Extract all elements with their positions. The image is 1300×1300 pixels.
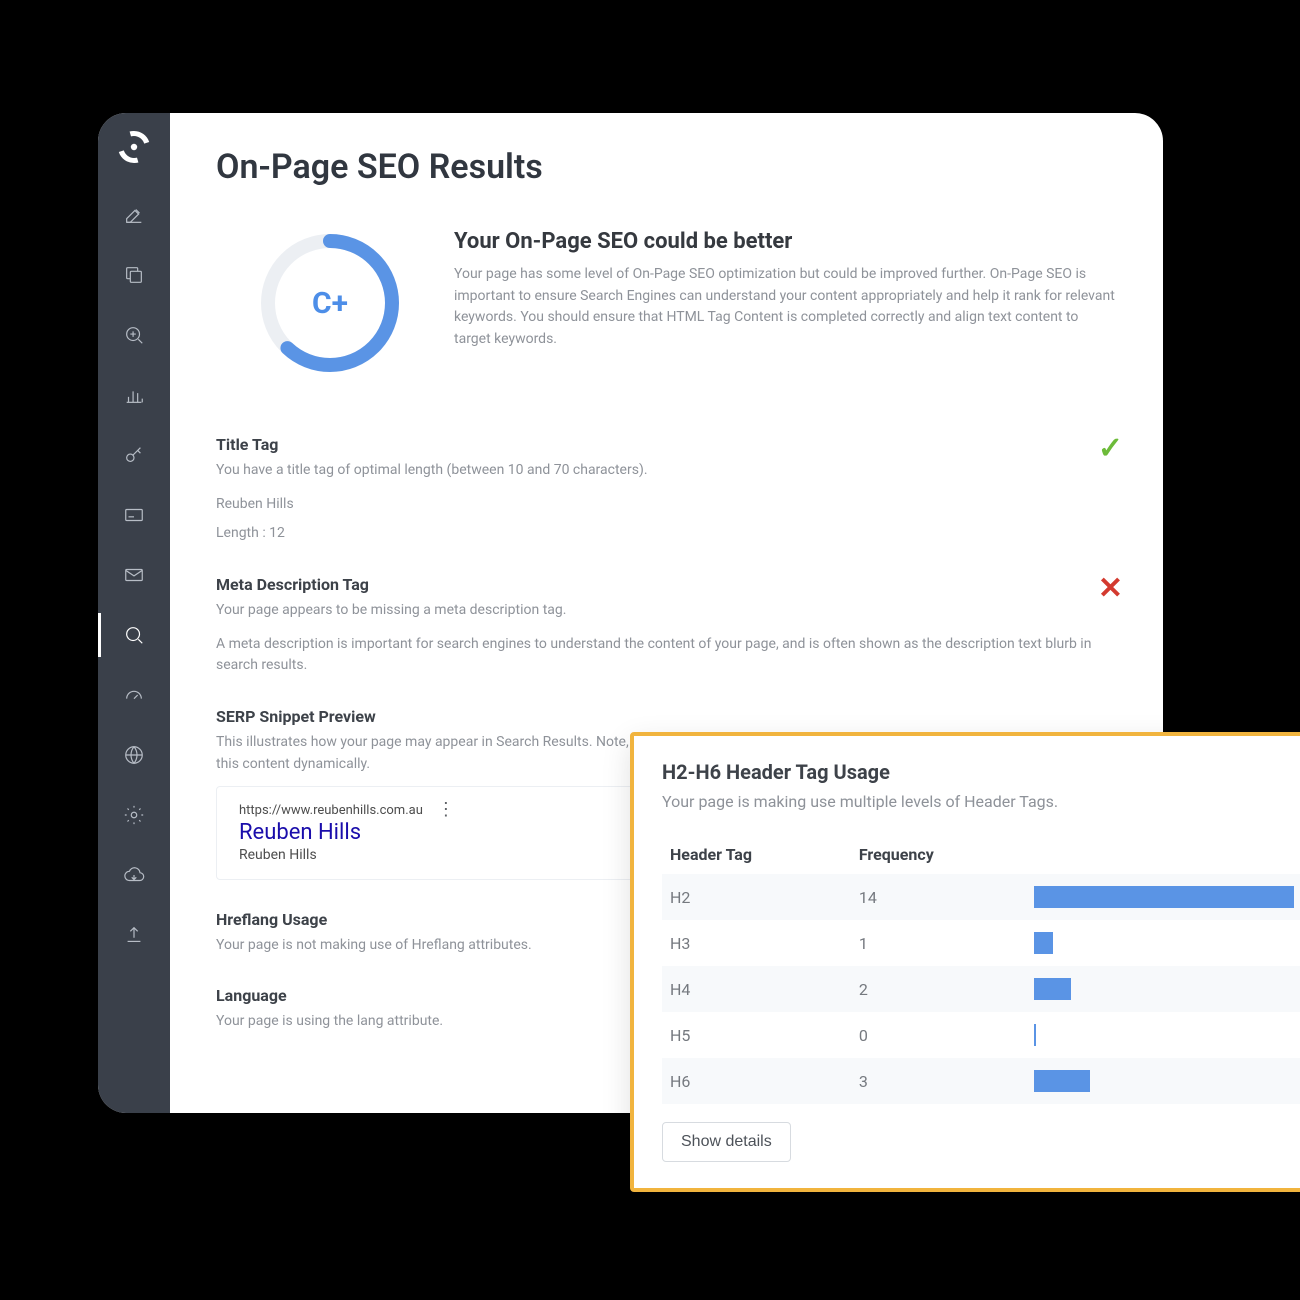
check-icon: ✓ — [1098, 431, 1123, 466]
frequency-bar — [1034, 886, 1294, 908]
show-details-button[interactable]: Show details — [662, 1122, 791, 1162]
summary-body: Your page has some level of On-Page SEO … — [454, 264, 1117, 351]
item-title-tag: ✓ Title Tag You have a title tag of opti… — [216, 435, 1117, 545]
summary-text: Your On-Page SEO could be better Your pa… — [454, 229, 1117, 351]
item-meta-description: ✕ Meta Description Tag Your page appears… — [216, 575, 1117, 677]
header-tag-table: Header Tag Frequency H214H31H42H50H63 — [662, 835, 1300, 1104]
summary-heading: Your On-Page SEO could be better — [454, 229, 1117, 254]
table-row: H42 — [662, 966, 1300, 1012]
cross-icon: ✕ — [1098, 571, 1123, 606]
edit-icon — [123, 204, 145, 226]
upload-icon — [123, 924, 145, 946]
cell-frequency: 14 — [851, 874, 1026, 920]
frequency-bar — [1034, 932, 1053, 954]
cell-header-tag: H4 — [662, 966, 851, 1012]
cell-bar — [1026, 920, 1300, 966]
cell-header-tag: H5 — [662, 1012, 851, 1058]
cloud-download-icon — [123, 864, 145, 886]
frequency-bar — [1034, 1024, 1036, 1046]
cell-header-tag: H6 — [662, 1058, 851, 1104]
sidebar-item-mail[interactable] — [98, 545, 170, 605]
sidebar-item-key[interactable] — [98, 425, 170, 485]
table-row: H31 — [662, 920, 1300, 966]
header-tag-panel: H2-H6 Header Tag Usage Your page is maki… — [630, 732, 1300, 1192]
sidebar-item-copy[interactable] — [98, 245, 170, 305]
sidebar-item-cloud[interactable] — [98, 845, 170, 905]
cell-bar — [1026, 874, 1300, 920]
zoom-in-icon — [123, 324, 145, 346]
gauge-icon — [123, 684, 145, 706]
gear-icon — [123, 804, 145, 826]
cell-header-tag: H2 — [662, 874, 851, 920]
sidebar-item-chart[interactable] — [98, 365, 170, 425]
cell-header-tag: H3 — [662, 920, 851, 966]
item-desc: You have a title tag of optimal length (… — [216, 460, 1117, 482]
sidebar-item-gauge[interactable] — [98, 665, 170, 725]
table-row: H63 — [662, 1058, 1300, 1104]
item-title: Meta Description Tag — [216, 575, 1117, 594]
sidebar-item-zoom[interactable] — [98, 305, 170, 365]
sidebar-item-card[interactable] — [98, 485, 170, 545]
grade-label: C+ — [256, 229, 404, 377]
cell-frequency: 2 — [851, 966, 1026, 1012]
summary-row: C+ Your On-Page SEO could be better Your… — [216, 229, 1117, 377]
col-header-tag: Header Tag — [662, 835, 851, 874]
sidebar — [98, 113, 170, 1113]
mail-icon — [123, 564, 145, 586]
search-icon — [123, 624, 145, 646]
page-title: On-Page SEO Results — [216, 147, 1117, 187]
cell-frequency: 3 — [851, 1058, 1026, 1104]
table-row: H50 — [662, 1012, 1300, 1058]
frequency-bar — [1034, 978, 1071, 1000]
frequency-bar — [1034, 1070, 1090, 1092]
panel-subtitle: Your page is making use multiple levels … — [662, 792, 1300, 811]
item-title: Title Tag — [216, 435, 1117, 454]
cell-frequency: 0 — [851, 1012, 1026, 1058]
cell-bar — [1026, 966, 1300, 1012]
sidebar-item-search[interactable] — [98, 605, 170, 665]
title-tag-value: Reuben Hills — [216, 494, 1117, 516]
cell-frequency: 1 — [851, 920, 1026, 966]
sidebar-item-upload[interactable] — [98, 905, 170, 965]
col-bar — [1026, 835, 1300, 874]
sidebar-item-edit[interactable] — [98, 185, 170, 245]
app-logo-icon — [114, 127, 154, 167]
globe-icon — [123, 744, 145, 766]
meta-desc-explain: A meta description is important for sear… — [216, 634, 1117, 677]
sidebar-item-globe[interactable] — [98, 725, 170, 785]
sidebar-item-settings[interactable] — [98, 785, 170, 845]
copy-icon — [123, 264, 145, 286]
serp-url: https://www.reubenhills.com.au — [239, 803, 423, 818]
panel-title: H2-H6 Header Tag Usage — [662, 760, 1300, 784]
cell-bar — [1026, 1058, 1300, 1104]
title-tag-length: Length : 12 — [216, 523, 1117, 545]
col-frequency: Frequency — [851, 835, 1026, 874]
item-title: SERP Snippet Preview — [216, 707, 1117, 726]
table-row: H214 — [662, 874, 1300, 920]
item-desc: Your page appears to be missing a meta d… — [216, 600, 1117, 622]
grade-ring: C+ — [256, 229, 404, 377]
key-icon — [123, 444, 145, 466]
card-icon — [123, 504, 145, 526]
cell-bar — [1026, 1012, 1300, 1058]
bar-chart-icon — [123, 384, 145, 406]
